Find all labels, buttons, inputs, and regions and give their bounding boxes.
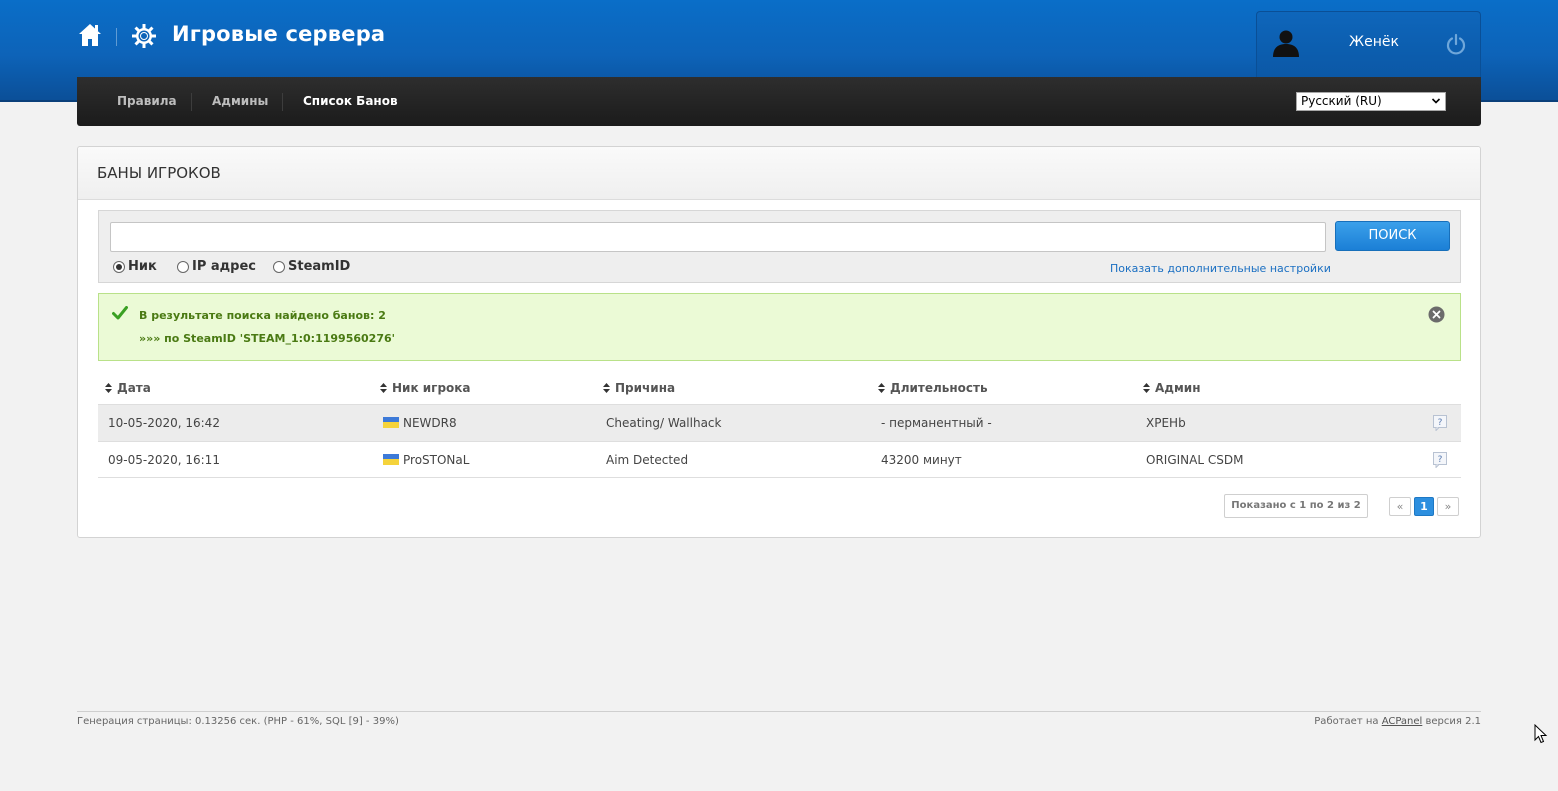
nav-divider xyxy=(282,93,283,111)
language-select-value: Русский (RU) xyxy=(1301,94,1382,108)
radio-label: Ник xyxy=(128,259,157,274)
flag-icon xyxy=(383,417,399,428)
search-result-alert: В результате поиска найдено банов: 2 »»»… xyxy=(98,293,1461,361)
gear-icon xyxy=(132,24,156,48)
page-title: БАНЫ ИГРОКОВ xyxy=(97,164,221,182)
language-select[interactable]: Русский (RU) xyxy=(1296,92,1446,111)
cell-reason: Cheating/ Wallhack xyxy=(606,416,722,430)
site-title: Игровые сервера xyxy=(172,22,386,46)
column-label: Длительность xyxy=(890,381,988,395)
header-divider xyxy=(116,28,117,46)
alert-message: В результате поиска найдено банов: 2 xyxy=(139,309,386,322)
alert-detail: »»» по SteamID 'STEAM_1:0:1199560276' xyxy=(139,332,395,345)
acpanel-link[interactable]: ACPanel xyxy=(1382,716,1423,727)
sort-icon xyxy=(878,383,885,393)
column-label: Причина xyxy=(615,381,676,395)
pagination-prev[interactable]: « xyxy=(1389,497,1411,516)
player-nick: ProSTONaL xyxy=(403,453,470,467)
sort-icon xyxy=(1143,383,1150,393)
chevron-down-icon xyxy=(1431,98,1441,104)
pagination-next[interactable]: » xyxy=(1437,497,1459,516)
footer-powered-by: Работает на ACPanel версия 2.1 xyxy=(1314,716,1481,727)
sort-icon xyxy=(603,383,610,393)
footer-divider xyxy=(77,711,1481,712)
cell-nick: NEWDR8 xyxy=(383,416,457,430)
nav-item-rules[interactable]: Правила xyxy=(117,94,177,108)
cell-duration: - перманентный - xyxy=(881,416,992,430)
search-input[interactable] xyxy=(110,222,1326,252)
mouse-cursor-icon xyxy=(1534,724,1548,744)
power-icon[interactable] xyxy=(1445,33,1467,55)
home-icon[interactable] xyxy=(78,22,102,48)
footer-version: версия 2.1 xyxy=(1425,716,1482,727)
close-icon[interactable] xyxy=(1428,306,1445,323)
cell-date: 10-05-2020, 16:42 xyxy=(108,416,220,430)
svg-text:?: ? xyxy=(1438,418,1443,428)
search-button[interactable]: ПОИСК xyxy=(1335,221,1450,251)
column-header-duration[interactable]: Длительность xyxy=(878,381,988,395)
column-label: Ник игрока xyxy=(392,381,471,395)
column-header-admin[interactable]: Админ xyxy=(1143,381,1201,395)
column-label: Дата xyxy=(117,381,151,395)
radio-ip[interactable]: IP адрес xyxy=(177,259,256,274)
main-nav: Правила Админы Список Банов Русский (RU) xyxy=(77,77,1481,126)
player-nick: NEWDR8 xyxy=(403,416,457,430)
sort-icon xyxy=(380,383,387,393)
cell-admin: XPEHb xyxy=(1146,416,1186,430)
search-form: ПОИСК Ник IP адрес SteamID Показать допо… xyxy=(98,210,1461,283)
radio-dot xyxy=(273,260,285,273)
sort-icon xyxy=(105,383,112,393)
nav-item-ban-list[interactable]: Список Банов xyxy=(303,94,398,108)
radio-dot xyxy=(113,260,125,273)
details-icon[interactable]: ? xyxy=(1433,452,1447,468)
user-panel: Женёк xyxy=(1256,11,1481,77)
panel-header: БАНЫ ИГРОКОВ xyxy=(78,147,1480,200)
svg-text:?: ? xyxy=(1438,455,1443,465)
cell-nick: ProSTONaL xyxy=(383,453,469,467)
details-icon[interactable]: ? xyxy=(1433,415,1447,431)
pagination-info: Показано с 1 по 2 из 2 xyxy=(1224,494,1368,518)
user-name[interactable]: Женёк xyxy=(1349,34,1399,50)
user-icon xyxy=(1273,30,1299,57)
checkmark-icon xyxy=(112,306,128,320)
radio-label: IP адрес xyxy=(192,259,256,274)
footer-generation-info: Генерация страницы: 0.13256 сек. (PHP - … xyxy=(77,716,399,727)
more-settings-link[interactable]: Показать дополнительные настройки xyxy=(1110,262,1331,275)
cell-date: 09-05-2020, 16:11 xyxy=(108,453,220,467)
pagination-page-1[interactable]: 1 xyxy=(1414,497,1434,516)
footer-prefix: Работает на xyxy=(1314,716,1379,727)
column-header-reason[interactable]: Причина xyxy=(603,381,675,395)
cell-reason: Aim Detected xyxy=(606,453,689,467)
radio-label: SteamID xyxy=(288,259,351,274)
nav-divider xyxy=(191,93,192,111)
table-row[interactable]: 10-05-2020, 16:42 NEWDR8 Cheating/ Wallh… xyxy=(98,404,1461,441)
column-label: Админ xyxy=(1155,381,1201,395)
column-header-date[interactable]: Дата xyxy=(105,381,151,395)
radio-dot xyxy=(177,260,189,273)
nav-item-admins[interactable]: Админы xyxy=(212,94,268,108)
radio-steamid[interactable]: SteamID xyxy=(273,259,350,274)
bans-panel: БАНЫ ИГРОКОВ ПОИСК Ник IP адрес SteamID … xyxy=(77,146,1481,538)
radio-nick[interactable]: Ник xyxy=(113,259,157,274)
table-row[interactable]: 09-05-2020, 16:11 ProSTONaL Aim Detected… xyxy=(98,441,1461,478)
cell-duration: 43200 минут xyxy=(881,453,962,467)
cell-admin: ORIGINAL CSDM xyxy=(1146,453,1244,467)
flag-icon xyxy=(383,454,399,465)
column-header-nick[interactable]: Ник игрока xyxy=(380,381,471,395)
